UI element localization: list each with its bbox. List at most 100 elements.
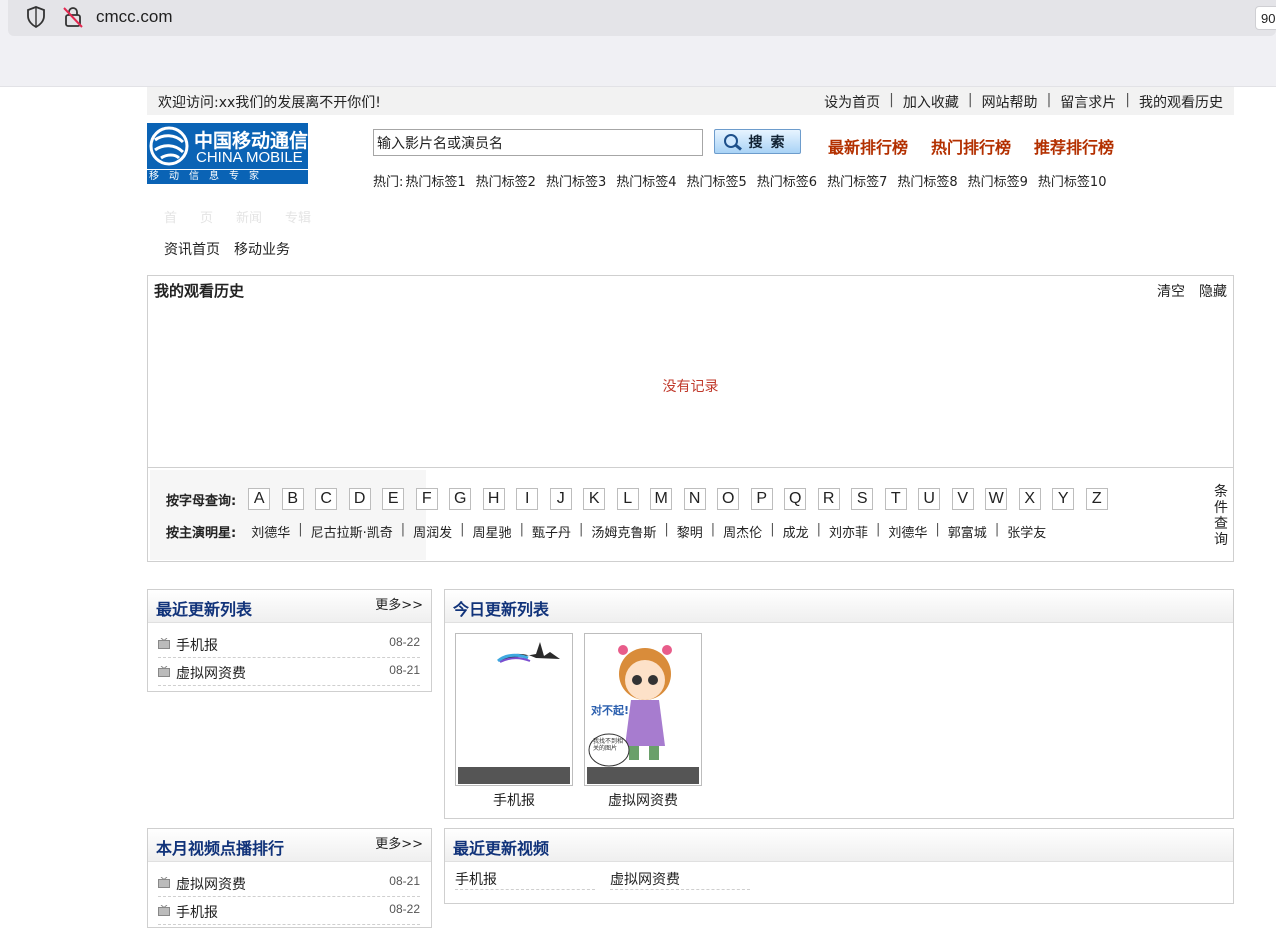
- letter-button[interactable]: W: [985, 488, 1008, 510]
- watch-history-link[interactable]: 我的观看历史: [1139, 92, 1223, 112]
- star-link[interactable]: 张学友: [1007, 522, 1046, 541]
- clear-history-button[interactable]: 清空: [1157, 281, 1185, 301]
- hot-tag[interactable]: 热门标签9: [968, 171, 1028, 190]
- hot-rank-link[interactable]: 热门排行榜: [931, 134, 1011, 158]
- top-links: 设为首页 | 加入收藏 | 网站帮助 | 留言求片 | 我的观看历史: [824, 92, 1223, 112]
- site-help-link[interactable]: 网站帮助: [982, 92, 1038, 112]
- insecure-lock-icon[interactable]: [62, 5, 84, 29]
- star-link[interactable]: 黎明: [677, 522, 703, 541]
- letter-button[interactable]: M: [650, 488, 673, 510]
- panel-header: 最近更新列表 更多>>: [148, 590, 431, 623]
- set-homepage-link[interactable]: 设为首页: [824, 92, 880, 112]
- item-date: 08-22: [389, 902, 420, 916]
- faint-nav-item[interactable]: 新闻: [236, 207, 262, 226]
- letter-button[interactable]: I: [516, 488, 539, 510]
- letter-button[interactable]: O: [717, 488, 740, 510]
- letter-button[interactable]: P: [750, 488, 773, 510]
- letter-button[interactable]: Z: [1085, 488, 1108, 510]
- letter-button[interactable]: E: [382, 488, 405, 510]
- hot-tag[interactable]: 热门标签10: [1038, 171, 1107, 190]
- letter-button[interactable]: G: [449, 488, 472, 510]
- hot-tag[interactable]: 热门标签7: [827, 171, 887, 190]
- video-thumbnail[interactable]: 对不起! 我找不到相关的图片: [584, 633, 702, 786]
- letter-button[interactable]: V: [951, 488, 974, 510]
- address-bar[interactable]: cmcc.com: [8, 0, 1276, 36]
- search-button[interactable]: 搜索: [714, 129, 801, 154]
- video-item[interactable]: 手机报: [455, 869, 595, 890]
- letter-button[interactable]: J: [549, 488, 572, 510]
- hot-tag[interactable]: 热门标签2: [476, 171, 536, 190]
- nav-mobile-business[interactable]: 移动业务: [234, 239, 290, 259]
- hot-tag[interactable]: 热门标签8: [897, 171, 957, 190]
- letter-button[interactable]: U: [918, 488, 941, 510]
- letter-button[interactable]: Q: [784, 488, 807, 510]
- letter-button[interactable]: A: [248, 488, 271, 510]
- letter-search-bg: [150, 470, 426, 560]
- tv-icon: [158, 905, 170, 916]
- letter-button[interactable]: H: [482, 488, 505, 510]
- hot-tag[interactable]: 热门标签5: [687, 171, 747, 190]
- more-link[interactable]: 更多>>: [375, 833, 423, 852]
- video-thumbnail[interactable]: [455, 633, 573, 786]
- star-link[interactable]: 成龙: [783, 522, 809, 541]
- thumbnail-caption[interactable]: 虚拟网资费: [584, 790, 702, 810]
- hide-history-button[interactable]: 隐藏: [1199, 281, 1227, 301]
- letter-button[interactable]: S: [851, 488, 874, 510]
- letter-button[interactable]: L: [616, 488, 639, 510]
- item-name[interactable]: 手机报: [176, 902, 218, 922]
- item-name[interactable]: 手机报: [176, 635, 218, 655]
- request-movie-link[interactable]: 留言求片: [1060, 92, 1116, 112]
- star-link[interactable]: 周润发: [413, 522, 452, 541]
- zoom-indicator[interactable]: 90: [1255, 6, 1276, 30]
- thumbnail-caption[interactable]: 手机报: [455, 790, 573, 810]
- hot-tags: 热门: 热门标签1 热门标签2 热门标签3 热门标签4 热门标签5 热门标签6 …: [373, 171, 1116, 190]
- star-link[interactable]: 周杰伦: [723, 522, 762, 541]
- item-name[interactable]: 虚拟网资费: [176, 663, 246, 683]
- letter-button[interactable]: B: [281, 488, 304, 510]
- letter-row: 按字母查询: A B C D E F G H I J K L M N O P Q…: [166, 488, 1119, 510]
- star-link[interactable]: 周星驰: [473, 522, 512, 541]
- star-link[interactable]: 郭富城: [948, 522, 987, 541]
- item-name[interactable]: 虚拟网资费: [176, 874, 246, 894]
- more-link[interactable]: 更多>>: [375, 594, 423, 613]
- letter-button[interactable]: F: [415, 488, 438, 510]
- letter-button[interactable]: X: [1018, 488, 1041, 510]
- faint-nav-item[interactable]: 页: [200, 207, 213, 226]
- browser-chrome: cmcc.com 90: [0, 0, 1276, 87]
- star-link[interactable]: 甄子丹: [532, 522, 571, 541]
- add-favorite-link[interactable]: 加入收藏: [903, 92, 959, 112]
- china-mobile-logo[interactable]: 中国移动通信 CHINA MOBILE 移动信息专家: [147, 123, 308, 184]
- list-item[interactable]: 手机报 08-22: [158, 630, 420, 658]
- faint-nav-item[interactable]: 专辑: [285, 207, 311, 226]
- star-link[interactable]: 刘德华: [888, 522, 927, 541]
- list-item[interactable]: 手机报 08-22: [158, 897, 420, 925]
- letter-button[interactable]: C: [315, 488, 338, 510]
- shield-icon[interactable]: [26, 6, 46, 28]
- item-date: 08-21: [389, 874, 420, 888]
- video-item[interactable]: 虚拟网资费: [610, 869, 750, 890]
- hot-tag[interactable]: 热门标签6: [757, 171, 817, 190]
- search-input[interactable]: [373, 129, 703, 156]
- hot-tag[interactable]: 热门标签3: [546, 171, 606, 190]
- recommend-rank-link[interactable]: 推荐排行榜: [1034, 134, 1114, 158]
- star-link[interactable]: 尼古拉斯·凯奇: [311, 522, 393, 541]
- condition-search-button[interactable]: 条件查询: [1212, 484, 1230, 548]
- hot-tag[interactable]: 热门标签1: [405, 171, 465, 190]
- letter-button[interactable]: N: [683, 488, 706, 510]
- nav-news-home[interactable]: 资讯首页: [164, 239, 220, 259]
- url-text[interactable]: cmcc.com: [96, 7, 173, 27]
- faint-nav-item[interactable]: 首: [164, 207, 177, 226]
- letter-button[interactable]: T: [884, 488, 907, 510]
- letter-button[interactable]: Y: [1052, 488, 1075, 510]
- list-item[interactable]: 虚拟网资费 08-21: [158, 658, 420, 686]
- letter-button[interactable]: R: [817, 488, 840, 510]
- letter-button[interactable]: K: [583, 488, 606, 510]
- star-link[interactable]: 刘德华: [251, 522, 290, 541]
- letter-button[interactable]: D: [348, 488, 371, 510]
- hot-tag[interactable]: 热门标签4: [616, 171, 676, 190]
- star-link[interactable]: 汤姆克鲁斯: [591, 522, 656, 541]
- latest-rank-link[interactable]: 最新排行榜: [828, 134, 908, 158]
- star-link[interactable]: 刘亦菲: [829, 522, 868, 541]
- search-button-label: 搜索: [748, 134, 793, 151]
- list-item[interactable]: 虚拟网资费 08-21: [158, 869, 420, 897]
